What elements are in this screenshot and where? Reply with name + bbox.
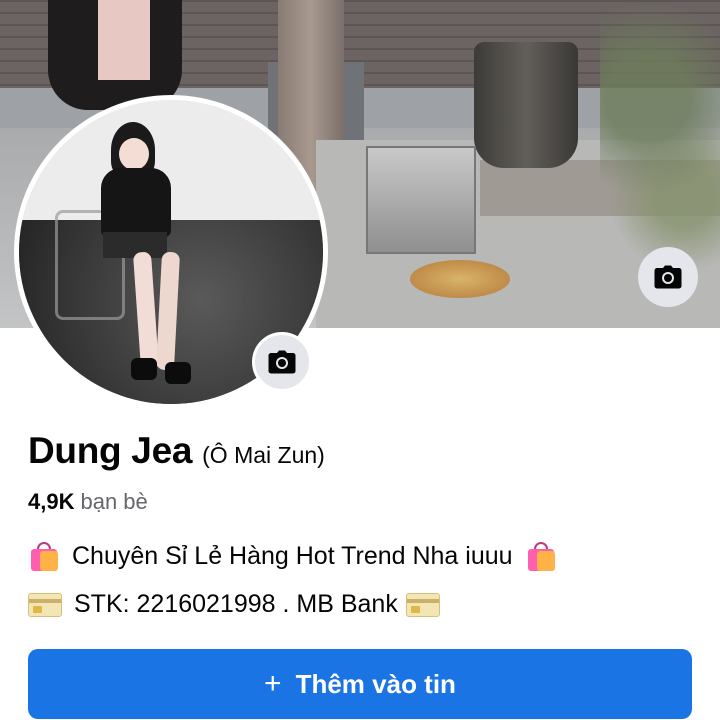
friends-count: 4,9K (28, 489, 75, 514)
shopping-bags-icon (28, 540, 60, 572)
cover-incense-urn (474, 42, 578, 168)
camera-icon (268, 350, 296, 374)
avatar-bg-wall (19, 100, 323, 220)
plus-icon: + (264, 667, 282, 700)
bio-text-2: STK: 2216021998 . MB Bank (74, 590, 398, 618)
add-to-story-button[interactable]: + Thêm vào tin (28, 649, 692, 719)
avatar-sweater (101, 168, 171, 238)
profile-alternate-name: (Ô Mai Zun) (202, 442, 325, 468)
credit-card-icon (405, 592, 440, 617)
avatar-shoe (131, 358, 157, 380)
camera-icon (654, 265, 682, 289)
profile-name: Dung Jea (28, 430, 193, 471)
bio-text-1: Chuyên Sỉ Lẻ Hàng Hot Trend Nha iuuu (72, 541, 513, 570)
edit-avatar-button[interactable] (252, 332, 312, 392)
friends-label: bạn bè (80, 489, 148, 514)
shopping-bags-icon (525, 540, 557, 572)
friends-count-link[interactable]: 4,9K bạn bè (28, 489, 148, 515)
avatar-face (119, 138, 149, 170)
cover-metal-box (366, 146, 476, 254)
credit-card-icon (28, 592, 62, 617)
bio-line-2: STK: 2216021998 . MB Bank (28, 590, 440, 619)
add-to-story-label: Thêm vào tin (295, 668, 456, 699)
avatar-shoe (165, 362, 191, 384)
cover-offering-plate (410, 260, 510, 298)
edit-cover-photo-button[interactable] (638, 247, 698, 307)
bio-line-1: Chuyên Sỉ Lẻ Hàng Hot Trend Nha iuuu (28, 540, 557, 572)
cover-person-shirt (98, 0, 150, 80)
profile-name-row: Dung Jea (Ô Mai Zun) (28, 430, 325, 472)
